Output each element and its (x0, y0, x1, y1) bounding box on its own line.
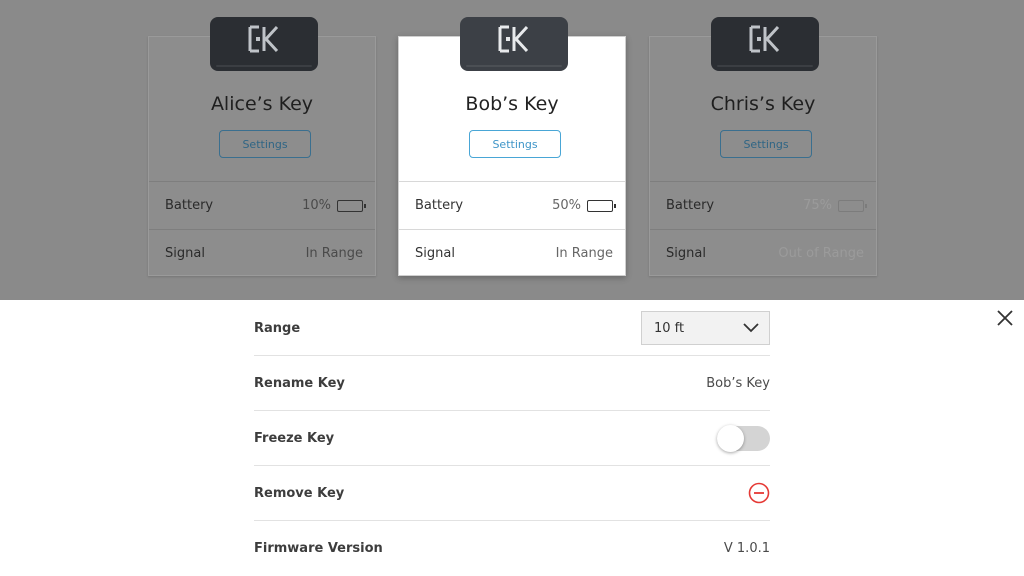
battery-percent: 75% (803, 198, 832, 213)
signal-row: Signal In Range (399, 229, 625, 277)
rename-label: Rename Key (254, 375, 345, 391)
battery-icon (587, 199, 616, 212)
key-card-bob[interactable]: Bob’s Key Settings Battery 50% Signal In… (398, 17, 626, 277)
signal-label: Signal (666, 246, 706, 261)
rename-row[interactable]: Rename Key Bob’s Key (254, 356, 770, 411)
signal-status: In Range (305, 246, 363, 261)
signal-row: Signal Out of Range (650, 229, 876, 277)
toggle-knob (717, 424, 744, 452)
key-name: Bob’s Key (465, 93, 559, 115)
remove-row: Remove Key (254, 466, 770, 521)
battery-status: 50% (552, 198, 616, 213)
key-card-chris[interactable]: Chris’s Key Settings Battery 75% Signal … (649, 17, 877, 277)
battery-status: 10% (302, 198, 366, 213)
settings-button[interactable]: Settings (720, 130, 812, 158)
key-card-alice[interactable]: Alice’s Key Settings Battery 10% Signal … (148, 17, 376, 277)
battery-icon (838, 199, 867, 212)
battery-icon (337, 199, 366, 212)
close-icon[interactable] (994, 307, 1016, 329)
freeze-label: Freeze Key (254, 430, 335, 446)
minus-circle-icon[interactable] (748, 482, 770, 504)
rename-value[interactable]: Bob’s Key (706, 376, 770, 391)
freeze-toggle[interactable] (717, 424, 770, 452)
key-device-image (460, 17, 568, 71)
battery-label: Battery (666, 198, 715, 213)
battery-row: Battery 50% (399, 181, 625, 229)
signal-label: Signal (165, 246, 205, 261)
remove-label: Remove Key (254, 485, 345, 501)
signal-row: Signal In Range (149, 229, 375, 277)
battery-row: Battery 75% (650, 181, 876, 229)
battery-label: Battery (165, 198, 214, 213)
firmware-value: V 1.0.1 (723, 541, 770, 556)
range-value: 10 ft (654, 320, 685, 336)
chevron-down-icon (743, 323, 759, 333)
battery-percent: 50% (552, 198, 581, 213)
key-device-image (711, 17, 819, 71)
key-device-image (210, 17, 318, 71)
battery-label: Battery (415, 198, 464, 213)
firmware-label: Firmware Version (254, 541, 383, 556)
key-name: Alice’s Key (210, 93, 314, 115)
ek-logo-icon (248, 25, 279, 53)
signal-label: Signal (415, 246, 455, 261)
signal-status: In Range (555, 246, 613, 261)
key-name: Chris’s Key (710, 93, 816, 115)
battery-row: Battery 10% (149, 181, 375, 229)
range-label: Range (254, 320, 301, 336)
firmware-row: Firmware Version V 1.0.1 (254, 521, 770, 576)
settings-button[interactable]: Settings (469, 130, 561, 158)
ek-logo-icon (749, 25, 780, 53)
signal-status: Out of Range (778, 246, 864, 261)
freeze-row: Freeze Key (254, 411, 770, 466)
ek-logo-icon (498, 25, 529, 53)
range-select[interactable]: 10 ft (641, 311, 770, 345)
settings-button[interactable]: Settings (219, 130, 311, 158)
range-row: Range 10 ft (254, 301, 770, 356)
battery-percent: 10% (302, 198, 331, 213)
battery-status: 75% (803, 198, 867, 213)
